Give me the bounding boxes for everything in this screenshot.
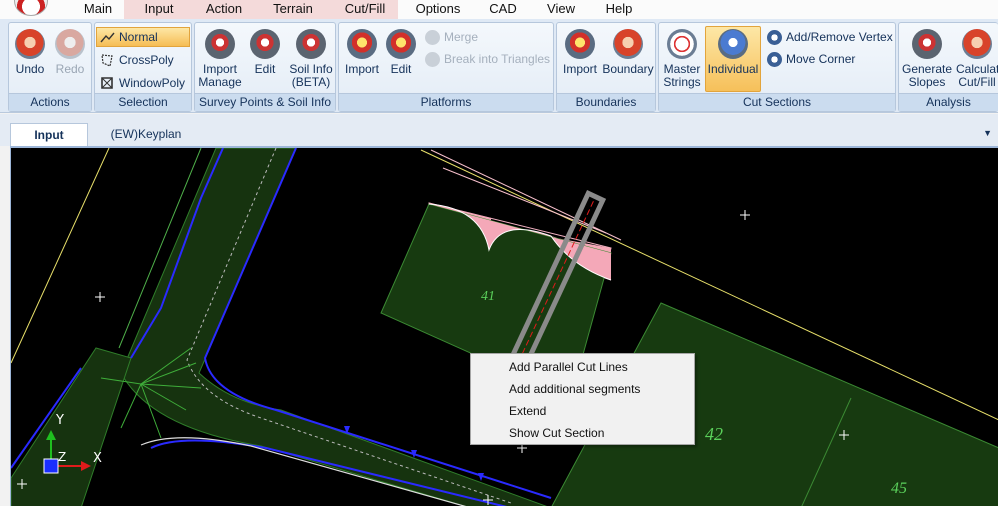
group-cut-sections: Master Strings Individual Add/Remove Ver… xyxy=(658,22,896,112)
cad-viewport[interactable]: 41 42 45 Y Z X xyxy=(10,146,998,506)
document-tab-strip: Input (EW)Keyplan ▼ xyxy=(0,114,998,146)
cad-drawing[interactable]: 41 42 45 Y Z X xyxy=(11,148,998,506)
redo-button[interactable]: Redo xyxy=(51,26,89,92)
redo-icon xyxy=(55,29,85,59)
road-area xyxy=(11,347,132,506)
selection-crosspoly-button[interactable]: CrossPoly xyxy=(96,50,190,70)
group-label-selection: Selection xyxy=(95,93,191,111)
lot-label-45: 45 xyxy=(891,480,907,497)
calculate-cut-fill-icon xyxy=(962,29,992,59)
ctx-add-additional-segments[interactable]: Add additional segments xyxy=(471,378,694,400)
generate-slopes-icon xyxy=(912,29,942,59)
menu-options[interactable]: Options xyxy=(402,0,474,19)
windowpoly-icon xyxy=(101,77,113,89)
group-label-survey: Survey Points & Soil Info xyxy=(195,93,335,111)
platforms-edit-button[interactable]: Edit xyxy=(383,26,419,92)
group-selection: Normal CrossPoly WindowPoly Selection xyxy=(94,22,192,112)
axis-label-x: X xyxy=(93,451,102,466)
soil-info-button[interactable]: Soil Info (BETA) xyxy=(287,26,335,92)
tab-list-dropdown-icon[interactable]: ▼ xyxy=(983,128,992,138)
soil-info-icon xyxy=(296,29,326,59)
context-menu: Add Parallel Cut Lines Add additional se… xyxy=(470,353,695,445)
platforms-import-icon xyxy=(347,29,377,59)
ctx-show-cut-section[interactable]: Show Cut Section xyxy=(471,422,694,444)
group-platforms: Import Edit Merge Break into Triangles P… xyxy=(338,22,554,112)
break-into-triangles-button[interactable]: Break into Triangles xyxy=(421,49,551,69)
group-boundaries: Import Boundary Boundaries xyxy=(556,22,656,112)
normal-select-icon xyxy=(100,32,115,43)
undo-icon xyxy=(15,29,45,59)
group-label-platforms: Platforms xyxy=(339,93,553,111)
property-line xyxy=(11,148,110,364)
menu-action[interactable]: Action xyxy=(194,0,254,19)
tab-keyplan[interactable]: (EW)Keyplan xyxy=(96,123,196,146)
menu-terrain[interactable]: Terrain xyxy=(254,0,332,19)
individual-cut-button[interactable]: Individual xyxy=(705,26,761,92)
survey-import-icon xyxy=(205,29,235,59)
menu-input[interactable]: Input xyxy=(124,0,194,19)
lot-label-41: 41 xyxy=(481,289,495,304)
master-strings-icon xyxy=(667,29,697,59)
crosspoly-icon xyxy=(101,54,113,67)
axis-label-y: Y xyxy=(55,413,64,428)
axis-label-z: Z xyxy=(58,450,66,464)
individual-cut-icon xyxy=(718,29,748,59)
group-actions: Undo Redo Actions xyxy=(8,22,92,112)
group-label-boundaries: Boundaries xyxy=(557,93,655,111)
merge-icon xyxy=(425,30,440,45)
ribbon: Undo Redo Actions Normal CrossPoly Windo… xyxy=(0,19,998,113)
selection-normal-button[interactable]: Normal xyxy=(96,27,190,47)
app-logo-icon[interactable] xyxy=(14,0,48,16)
group-survey-points: Import Manage Edit Soil Info (BETA) Surv… xyxy=(194,22,336,112)
group-label-analysis: Analysis xyxy=(899,93,998,111)
group-analysis: Generate Slopes Calculate Cut/Fill Analy… xyxy=(898,22,998,112)
menu-cad[interactable]: CAD xyxy=(478,0,528,19)
menu-bar: Main Input Action Terrain Cut/Fill Optio… xyxy=(0,0,998,19)
boundary-button[interactable]: Boundary xyxy=(601,26,655,92)
platforms-import-button[interactable]: Import xyxy=(341,26,383,92)
move-corner-icon xyxy=(767,52,782,67)
tab-input[interactable]: Input xyxy=(10,123,88,146)
move-corner-button[interactable]: Move Corner xyxy=(763,49,895,69)
platforms-merge-button[interactable]: Merge xyxy=(421,27,551,47)
boundary-icon xyxy=(613,29,643,59)
survey-import-manage-button[interactable]: Import Manage xyxy=(197,26,243,92)
break-triangles-icon xyxy=(425,52,440,67)
survey-edit-icon xyxy=(250,29,280,59)
group-label-actions: Actions xyxy=(9,93,91,111)
master-strings-button[interactable]: Master Strings xyxy=(661,26,703,92)
survey-edit-button[interactable]: Edit xyxy=(245,26,285,92)
add-remove-vertex-button[interactable]: Add/Remove Vertex xyxy=(763,27,895,47)
menu-view[interactable]: View xyxy=(536,0,586,19)
group-label-cut-sections: Cut Sections xyxy=(659,93,895,111)
ctx-extend[interactable]: Extend xyxy=(471,400,694,422)
calculate-cut-fill-button[interactable]: Calculate Cut/Fill xyxy=(955,26,998,92)
menu-cut-fill[interactable]: Cut/Fill xyxy=(332,0,398,19)
menu-main[interactable]: Main xyxy=(72,0,124,19)
add-vertex-icon xyxy=(767,30,782,45)
menu-help[interactable]: Help xyxy=(594,0,644,19)
boundaries-import-button[interactable]: Import xyxy=(559,26,601,92)
undo-button[interactable]: Undo xyxy=(11,26,49,92)
platforms-edit-icon xyxy=(386,29,416,59)
selection-windowpoly-button[interactable]: WindowPoly xyxy=(96,73,190,93)
lot-label-42: 42 xyxy=(705,424,723,444)
ctx-add-parallel-cut-lines[interactable]: Add Parallel Cut Lines xyxy=(471,356,694,378)
boundaries-import-icon xyxy=(565,29,595,59)
generate-slopes-button[interactable]: Generate Slopes xyxy=(901,26,953,92)
